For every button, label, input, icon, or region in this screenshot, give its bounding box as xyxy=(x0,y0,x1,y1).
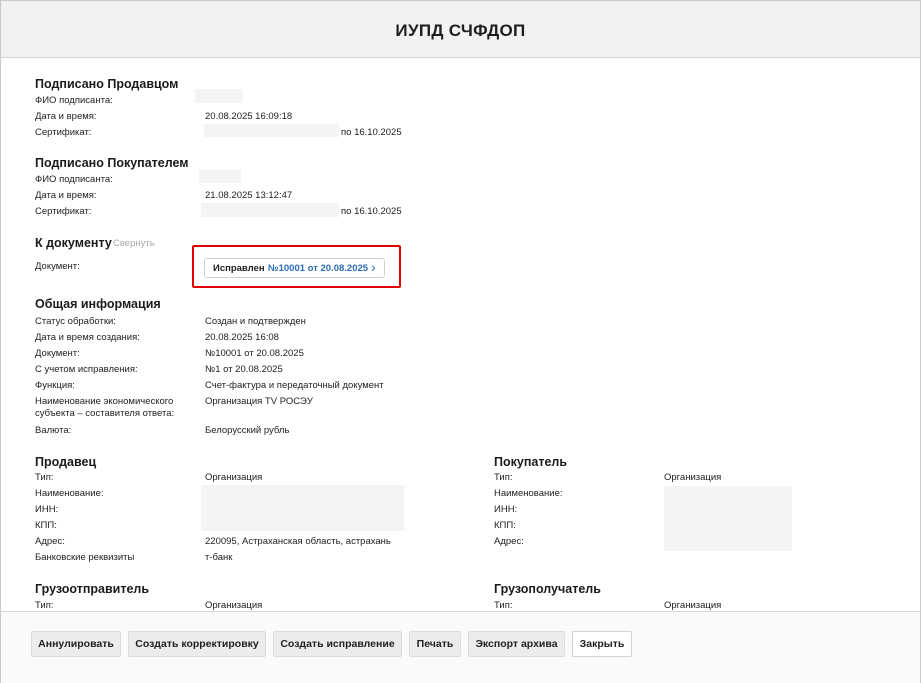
action-bar: Аннулировать Создать корректировку Созда… xyxy=(1,611,920,683)
collapse-link[interactable]: Свернуть xyxy=(113,238,155,249)
highlight-frame xyxy=(192,245,401,288)
seller-name-label: Наименование: xyxy=(35,488,104,499)
general-row-label: Документ: xyxy=(35,348,80,359)
seller-heading: Продавец xyxy=(35,455,97,469)
general-row-value: Создан и подтвержден xyxy=(205,316,306,327)
seller-address: 220095, Астраханская область, астрахань xyxy=(205,536,391,547)
export-archive-button[interactable]: Экспорт архива xyxy=(468,631,565,657)
buyer-inn-label: ИНН: xyxy=(494,504,518,515)
general-row-value: №10001 от 20.08.2025 xyxy=(205,348,304,359)
buyer-address-label: Адрес: xyxy=(494,536,524,547)
to-document-heading: К документу xyxy=(35,236,112,250)
general-row-label: Наименование экономического xyxy=(35,396,174,407)
seller-sign-datetime: 20.08.2025 16:09:18 xyxy=(205,111,293,122)
buyer-name-label: Наименование: xyxy=(494,488,563,499)
general-row-label: Функция: xyxy=(35,380,75,391)
seller-bank-label: Банковские реквизиты xyxy=(35,552,135,563)
linked-document-label: Документ: xyxy=(35,261,80,272)
seller-inn-label: ИНН: xyxy=(35,504,59,515)
buyer-type: Организация xyxy=(664,472,722,483)
seller-certificate-until: по 16.10.2025 xyxy=(341,127,402,138)
window-header: ИУПД СЧФДОП xyxy=(1,1,920,58)
buyer-certificate-label: Сертификат: xyxy=(35,206,92,217)
buyer-details-redacted xyxy=(664,486,792,551)
close-button[interactable]: Закрыть xyxy=(572,631,632,657)
buyer-kpp-label: КПП: xyxy=(494,520,516,531)
document-window: ИУПД СЧФДОП Подписано Продавцом ФИО подп… xyxy=(0,0,921,683)
seller-type: Организация xyxy=(205,472,263,483)
seller-certificate-label: Сертификат: xyxy=(35,127,92,138)
general-row-label: С учетом исправления: xyxy=(35,364,138,375)
shipper-heading: Грузоотправитель xyxy=(35,582,150,596)
general-row-label: Валюта: xyxy=(35,425,72,436)
consignee-heading: Грузополучатель xyxy=(494,582,601,596)
general-row-value: Счет-фактура и передаточный документ xyxy=(205,380,384,391)
seller-certificate-redacted xyxy=(204,124,339,137)
general-row-value: Белорусский рубль xyxy=(205,425,290,436)
buyer-sign-datetime-label: Дата и время: xyxy=(35,190,97,201)
page-title: ИУПД СЧФДОП xyxy=(395,21,526,40)
general-row-label-line2: субъекта – составителя ответа: xyxy=(35,408,175,419)
signed-seller-heading: Подписано Продавцом xyxy=(35,77,179,91)
seller-kpp-label: КПП: xyxy=(35,520,57,531)
consignee-type-label: Тип: xyxy=(494,600,513,611)
general-row-label: Дата и время создания: xyxy=(35,332,140,343)
seller-bank: т-банк xyxy=(205,552,233,563)
general-row-label: Статус обработки: xyxy=(35,316,116,327)
seller-signer-fio-redacted xyxy=(195,89,243,103)
seller-type-label: Тип: xyxy=(35,472,54,483)
buyer-type-label: Тип: xyxy=(494,472,513,483)
signed-buyer-heading: Подписано Покупателем xyxy=(35,156,189,170)
seller-address-label: Адрес: xyxy=(35,536,65,547)
general-info-heading: Общая информация xyxy=(35,297,161,311)
buyer-sign-datetime: 21.08.2025 13:12:47 xyxy=(205,190,293,201)
seller-signer-fio-label: ФИО подписанта: xyxy=(35,95,113,106)
general-row-value: Организация TV РОСЭУ xyxy=(205,396,313,407)
annul-button[interactable]: Аннулировать xyxy=(31,631,121,657)
print-button[interactable]: Печать xyxy=(409,631,461,657)
buyer-signer-fio-redacted xyxy=(199,170,241,183)
shipper-type: Организация xyxy=(205,600,263,611)
create-correction-button[interactable]: Создать корректировку xyxy=(128,631,266,657)
seller-sign-datetime-label: Дата и время: xyxy=(35,111,97,122)
document-details[interactable]: Подписано Продавцом ФИО подписанта: Дата… xyxy=(1,58,920,611)
buyer-certificate-until: по 16.10.2025 xyxy=(341,206,402,217)
shipper-type-label: Тип: xyxy=(35,600,54,611)
general-row-value: №1 от 20.08.2025 xyxy=(205,364,283,375)
buyer-signer-fio-label: ФИО подписанта: xyxy=(35,174,113,185)
buyer-certificate-redacted xyxy=(201,203,339,217)
create-fix-button[interactable]: Создать исправление xyxy=(273,631,402,657)
buyer-heading: Покупатель xyxy=(494,455,568,469)
general-row-value: 20.08.2025 16:08 xyxy=(205,332,279,343)
consignee-type: Организация xyxy=(664,600,722,611)
seller-details-redacted xyxy=(201,485,404,531)
